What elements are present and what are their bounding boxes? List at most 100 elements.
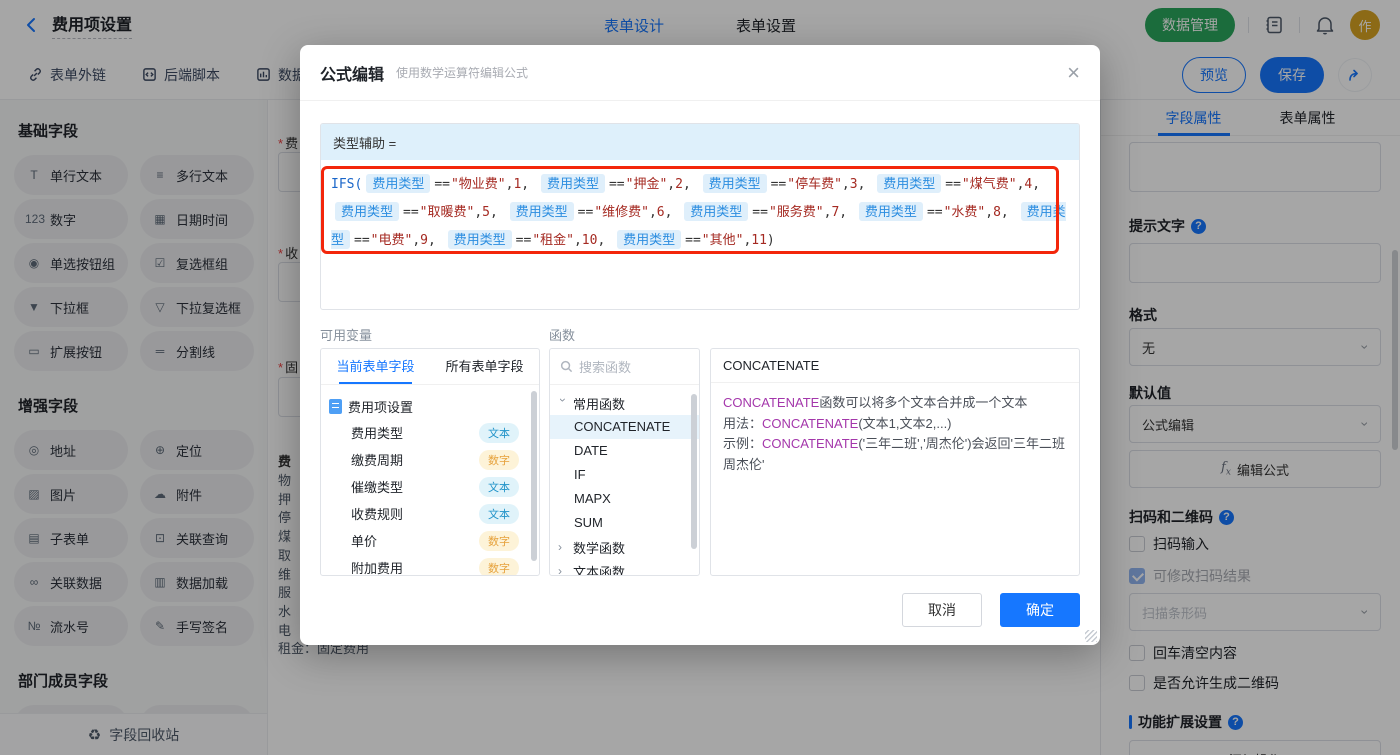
functions-scrollbar[interactable] [691, 394, 697, 549]
variable-type-badge: 数字 [479, 558, 519, 577]
tab-all-form-fields[interactable]: 所有表单字段 [430, 349, 539, 384]
formula-field-chip[interactable]: 费用类型 [703, 174, 767, 193]
variables-scrollbar[interactable] [531, 391, 537, 561]
function-detail-description: CONCATENATE函数可以将多个文本合并成一个文本用法：CONCATENAT… [711, 383, 1079, 485]
detail-text: 函数可以将多个文本合并成一个文本 [819, 395, 1027, 410]
functions-label: 函数 [549, 325, 575, 344]
variable-name: 催缴类型 [351, 477, 403, 496]
variable-row[interactable]: 催缴类型文本 [329, 473, 531, 500]
formula-operator: == [945, 177, 961, 192]
variables-tabs: 当前表单字段 所有表单字段 [321, 349, 539, 385]
function-group[interactable]: ›文本函数 [550, 559, 699, 576]
formula-punct: , [1032, 177, 1040, 192]
formula-number: 6 [657, 205, 665, 220]
function-name-text: CONCATENATE [723, 395, 819, 410]
tab-current-form-fields[interactable]: 当前表单字段 [321, 349, 430, 384]
formula-punct: ) [767, 233, 775, 248]
formula-operator: == [354, 233, 370, 248]
caret-down-icon: › [556, 398, 570, 408]
formula-field-chip[interactable]: 费用类型 [366, 174, 430, 193]
confirm-button[interactable]: 确定 [1000, 593, 1080, 627]
function-item[interactable]: SUM [550, 511, 699, 535]
formula-string: "电费" [371, 233, 413, 248]
resize-handle-icon[interactable] [1085, 630, 1097, 642]
formula-field-chip[interactable]: 费用类型 [859, 202, 923, 221]
formula-number: 5 [482, 205, 490, 220]
function-name-text: CONCATENATE [762, 416, 858, 431]
formula-operator: == [516, 233, 532, 248]
variable-row[interactable]: 收费规则文本 [329, 500, 531, 527]
formula-string: "服务费" [769, 205, 824, 220]
function-group-name: 数学函数 [573, 538, 625, 557]
formula-function-token: IFS( [331, 177, 362, 192]
formula-punct: , [428, 233, 444, 248]
function-item[interactable]: IF [550, 463, 699, 487]
formula-target-bar: 类型辅助 = [321, 124, 1079, 160]
formula-operator: == [578, 205, 594, 220]
formula-expression[interactable]: IFS(费用类型=="物业费",1, 费用类型=="押金",2, 费用类型=="… [321, 160, 1079, 264]
formula-punct: , [858, 177, 874, 192]
formula-field-chip[interactable]: 费用类型 [510, 202, 574, 221]
formula-field-chip[interactable]: 费用类型 [541, 174, 605, 193]
formula-field-chip[interactable]: 费用类型 [684, 202, 748, 221]
formula-number: 9 [420, 233, 428, 248]
formula-editor-modal: 公式编辑 使用数学运算符编辑公式 × 类型辅助 = IFS(费用类型=="物业费… [300, 45, 1100, 645]
variable-row[interactable]: 单价 数字 [329, 527, 531, 554]
variables-form-node[interactable]: 费用项设置 [329, 393, 531, 419]
modal-subtitle: 使用数学运算符编辑公式 [396, 64, 528, 81]
function-group[interactable]: ›常用函数 [550, 391, 699, 415]
formula-number: 8 [993, 205, 1001, 220]
cancel-button[interactable]: 取消 [902, 593, 982, 627]
function-item[interactable]: MAPX [550, 487, 699, 511]
variable-name: 缴费周期 [351, 450, 403, 469]
detail-text: (文本1,文本2,...) [858, 416, 951, 431]
formula-punct: , [665, 205, 681, 220]
formula-punct: , [985, 205, 993, 220]
formula-number: 11 [751, 233, 767, 248]
variable-name: 单价 [351, 531, 377, 550]
variable-row[interactable]: 附加费用数字 [329, 554, 531, 576]
variable-type-badge: 数字 [479, 450, 519, 470]
variable-row[interactable]: 费用类型文本 [329, 419, 531, 446]
formula-field-chip[interactable]: 费用类型 [617, 230, 681, 249]
function-detail-title: CONCATENATE [711, 349, 1079, 383]
formula-field-chip[interactable]: 费用类型 [877, 174, 941, 193]
formula-operator: == [771, 177, 787, 192]
modal-title: 公式编辑 [320, 61, 384, 85]
formula-operator: == [434, 177, 450, 192]
formula-punct: , [839, 205, 855, 220]
formula-string: "物业费" [451, 177, 506, 192]
detail-line: CONCATENATE函数可以将多个文本合并成一个文本 [723, 393, 1067, 414]
variable-name: 费用类型 [351, 423, 403, 442]
variable-type-badge: 文本 [479, 504, 519, 524]
formula-punct: , [412, 233, 420, 248]
detail-line: 用法：CONCATENATE(文本1,文本2,...) [723, 414, 1067, 435]
close-icon[interactable]: × [1067, 62, 1080, 84]
formula-string: "租金" [532, 233, 574, 248]
formula-string: "水费" [944, 205, 986, 220]
function-item[interactable]: DATE [550, 439, 699, 463]
variables-form-name: 费用项设置 [348, 397, 413, 416]
formula-punct: , [1001, 205, 1017, 220]
detail-text: 示例： [723, 436, 762, 451]
function-item[interactable]: CONCATENATE [550, 415, 699, 439]
modal-footer: 取消 确定 [902, 593, 1080, 627]
caret-right-icon: › [558, 540, 568, 554]
variable-row[interactable]: 缴费周期 数字 [329, 446, 531, 473]
formula-string: "维修费" [594, 205, 649, 220]
detail-text: 用法： [723, 416, 762, 431]
formula-punct: , [521, 177, 537, 192]
search-placeholder: 搜索函数 [579, 357, 631, 376]
formula-field-chip[interactable]: 费用类型 [448, 230, 512, 249]
formula-editor-area[interactable]: 类型辅助 = IFS(费用类型=="物业费",1, 费用类型=="押金",2, … [320, 123, 1080, 310]
variable-type-badge: 数字 [479, 531, 519, 551]
formula-punct: , [490, 205, 506, 220]
caret-right-icon: › [558, 564, 568, 576]
formula-field-chip[interactable]: 费用类型 [335, 202, 399, 221]
function-group[interactable]: › 数学函数 [550, 535, 699, 559]
function-search-input[interactable]: 搜索函数 [550, 349, 699, 385]
form-doc-icon [329, 399, 342, 414]
formula-number: 10 [582, 233, 598, 248]
formula-string: "停车费" [787, 177, 842, 192]
formula-string: "取暖费" [420, 205, 475, 220]
